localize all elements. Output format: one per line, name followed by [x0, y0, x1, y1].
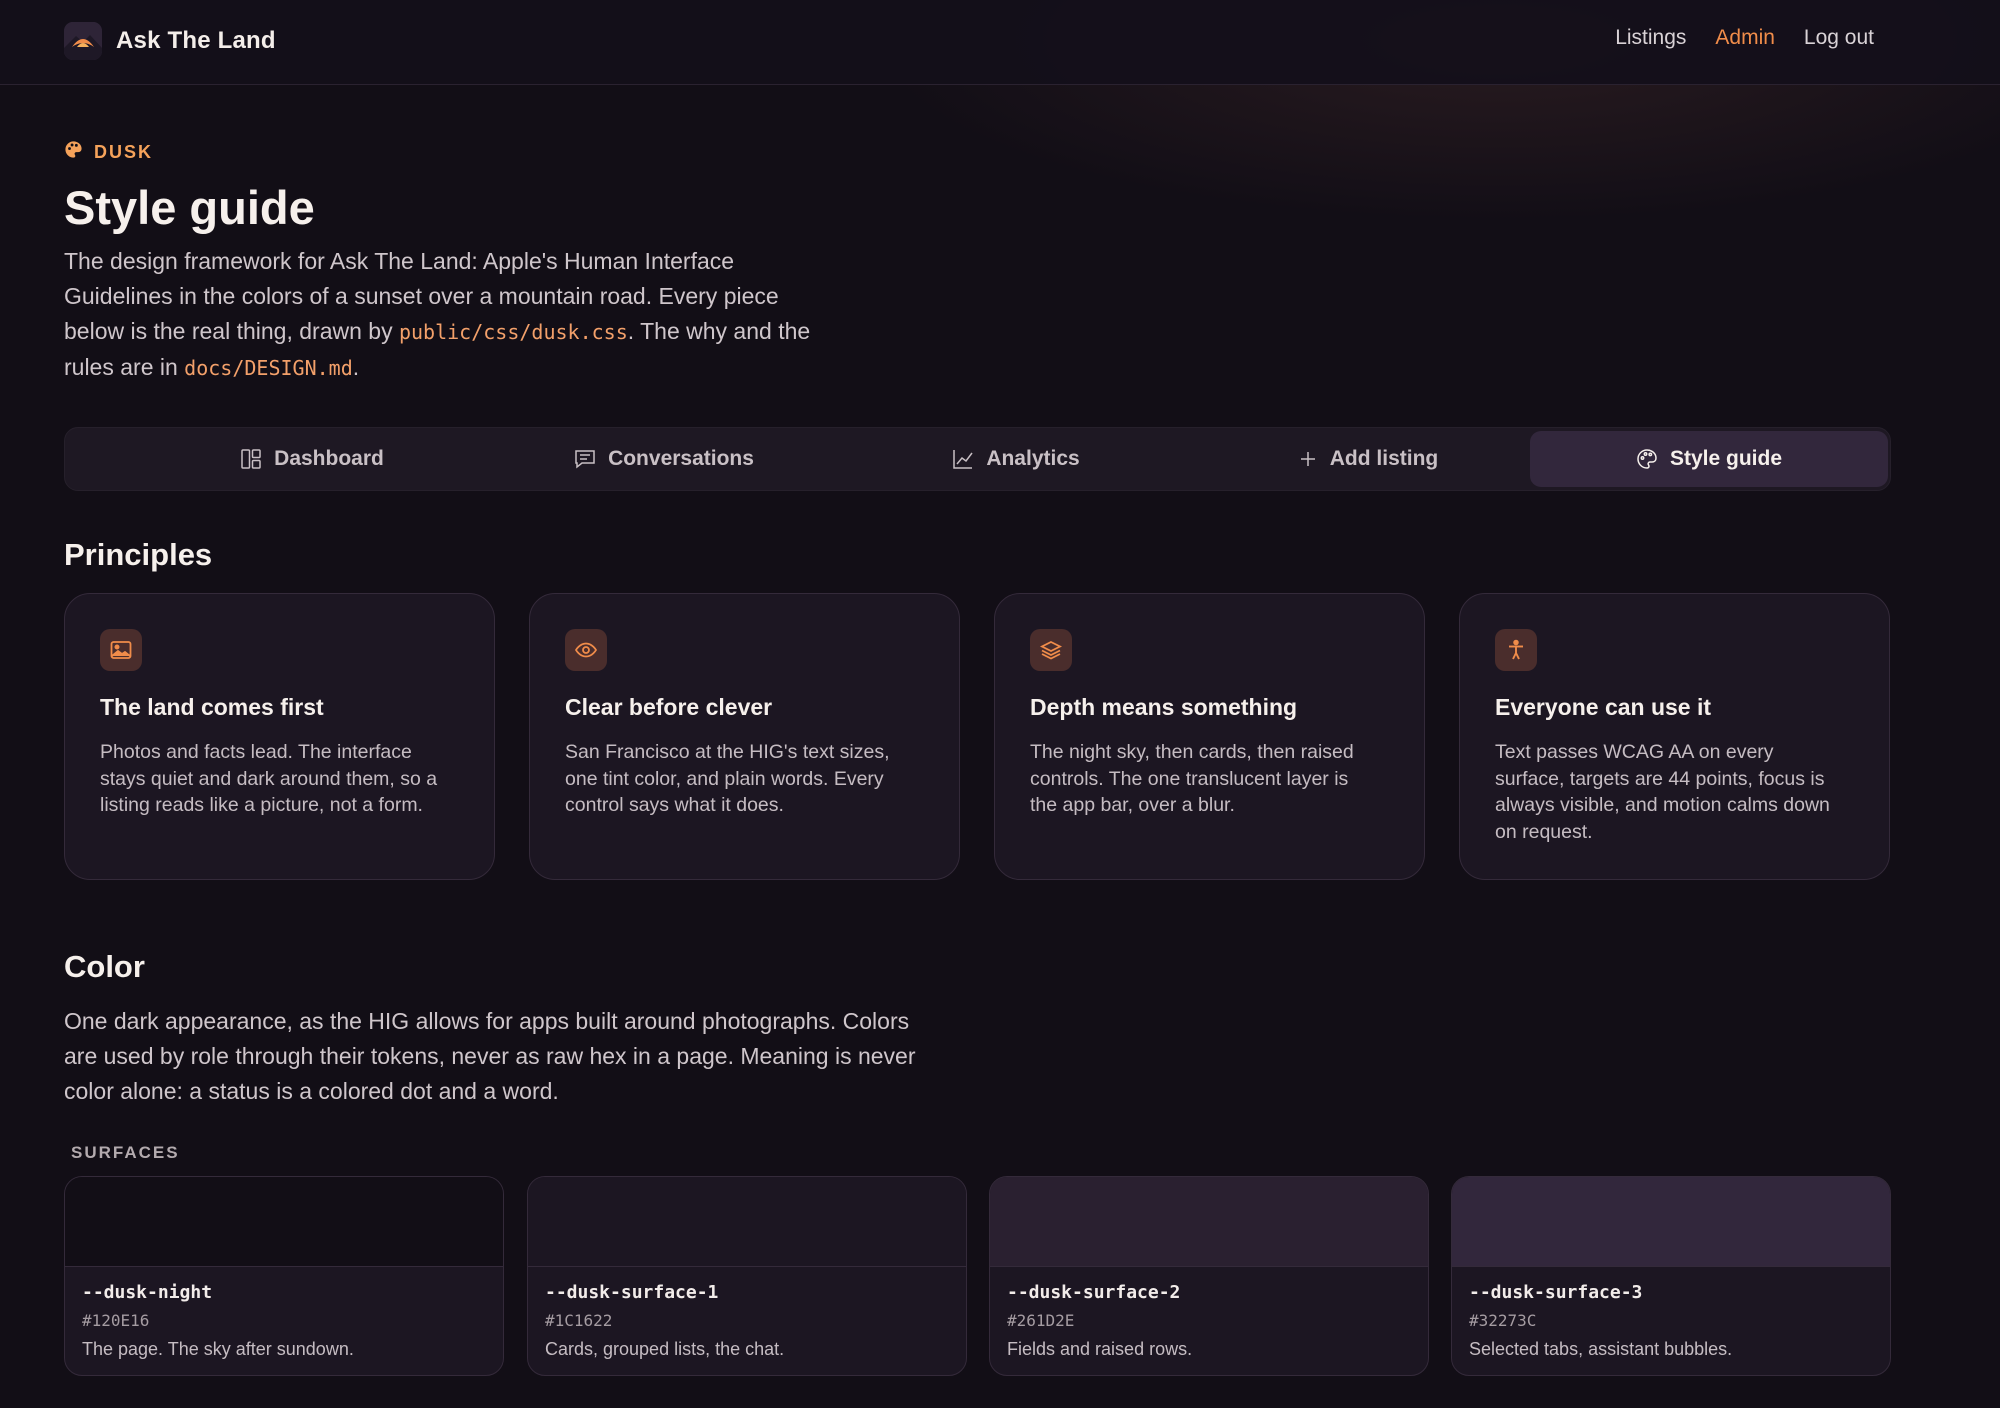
- design-doc-code: docs/DESIGN.md: [184, 356, 353, 380]
- eye-icon: [565, 629, 607, 671]
- token-usage: The page. The sky after sundown.: [82, 1339, 354, 1359]
- principle-card: The land comes first Photos and facts le…: [64, 593, 495, 880]
- principle-body: San Francisco at the HIG's text sizes, o…: [565, 741, 890, 816]
- principle-title: Everyone can use it: [1495, 694, 1712, 720]
- principle-title: Depth means something: [1030, 694, 1298, 720]
- color-chip: [65, 1177, 503, 1267]
- tab-dashboard[interactable]: Dashboard: [133, 431, 491, 487]
- color-swatch: --dusk-surface-2 #261D2E Fields and rais…: [989, 1176, 1429, 1376]
- chat-icon: [574, 448, 596, 470]
- principle-body: Text passes WCAG AA on every surface, ta…: [1495, 741, 1830, 843]
- token-name: --dusk-surface-3: [1469, 1282, 1643, 1303]
- tab-analytics[interactable]: Analytics: [837, 431, 1195, 487]
- dashboard-icon: [240, 448, 262, 470]
- color-chip: [990, 1177, 1428, 1267]
- color-chip: [1452, 1177, 1890, 1267]
- tab-add-listing[interactable]: Add listing: [1189, 431, 1547, 487]
- intro-text-3: .: [352, 354, 360, 380]
- principle-card: Clear before clever San Francisco at the…: [529, 593, 960, 880]
- css-path-code: public/css/dusk.css: [398, 320, 628, 344]
- admin-tabs: Dashboard Conversations Analytics Add li…: [64, 427, 1891, 491]
- principle-body: Photos and facts lead. The interface sta…: [100, 741, 438, 816]
- hex-value: #1C1622: [545, 1311, 613, 1330]
- color-intro: One dark appearance, as the HIG allows f…: [64, 1008, 916, 1104]
- token-usage: Fields and raised rows.: [1007, 1339, 1193, 1359]
- mountain-logo-icon: [64, 22, 102, 60]
- token-name: --dusk-night: [82, 1282, 213, 1303]
- principle-body: The night sky, then cards, then raised c…: [1030, 741, 1354, 816]
- color-chip: [528, 1177, 966, 1267]
- token-usage: Selected tabs, assistant bubbles.: [1469, 1339, 1733, 1359]
- principles-heading: Principles: [64, 537, 213, 572]
- tab-conversations[interactable]: Conversations: [485, 431, 843, 487]
- page-title: Style guide: [64, 181, 315, 234]
- app-bar: Ask The Land Listings Admin Log out: [0, 0, 2000, 85]
- color-swatch: --dusk-night #120E16 The page. The sky a…: [64, 1176, 504, 1376]
- palette-icon: [64, 140, 83, 164]
- plus-icon: [1298, 449, 1318, 469]
- palette-icon: [1636, 448, 1658, 470]
- tab-label: Dashboard: [274, 447, 384, 470]
- layers-icon: [1030, 629, 1072, 671]
- tab-label: Style guide: [1669, 447, 1783, 470]
- eyebrow: DUSK: [64, 140, 153, 164]
- brand-name: Ask The Land: [116, 27, 276, 54]
- principle-card: Depth means something The night sky, the…: [994, 593, 1425, 880]
- accessibility-icon: [1495, 629, 1537, 671]
- principle-title: The land comes first: [100, 694, 324, 720]
- tab-label: Add listing: [1329, 447, 1439, 470]
- surfaces-label: SURFACES: [71, 1143, 180, 1162]
- eyebrow-label: DUSK: [94, 141, 154, 162]
- principle-title: Clear before clever: [565, 694, 773, 720]
- image-icon: [100, 629, 142, 671]
- brand-link[interactable]: Ask The Land: [64, 22, 276, 60]
- tab-label: Analytics: [986, 447, 1080, 470]
- principle-card: Everyone can use it Text passes WCAG AA …: [1459, 593, 1890, 880]
- nav-log-out[interactable]: Log out: [1804, 26, 1874, 50]
- hex-value: #32273C: [1469, 1311, 1537, 1330]
- token-usage: Cards, grouped lists, the chat.: [545, 1339, 785, 1359]
- nav-listings[interactable]: Listings: [1615, 26, 1686, 50]
- page-intro: The design framework for Ask The Land: A…: [64, 244, 844, 386]
- color-swatch: --dusk-surface-3 #32273C Selected tabs, …: [1451, 1176, 1891, 1376]
- token-name: --dusk-surface-2: [1007, 1282, 1181, 1303]
- top-nav: Listings Admin Log out: [1615, 26, 1874, 50]
- hex-value: #120E16: [82, 1311, 150, 1330]
- chart-icon: [952, 448, 974, 470]
- hex-value: #261D2E: [1007, 1311, 1075, 1330]
- color-swatch: --dusk-surface-1 #1C1622 Cards, grouped …: [527, 1176, 967, 1376]
- tab-style-guide[interactable]: Style guide: [1530, 431, 1888, 487]
- nav-admin[interactable]: Admin: [1715, 26, 1775, 50]
- color-heading: Color: [64, 949, 145, 984]
- tab-label: Conversations: [608, 447, 754, 470]
- token-name: --dusk-surface-1: [545, 1282, 719, 1303]
